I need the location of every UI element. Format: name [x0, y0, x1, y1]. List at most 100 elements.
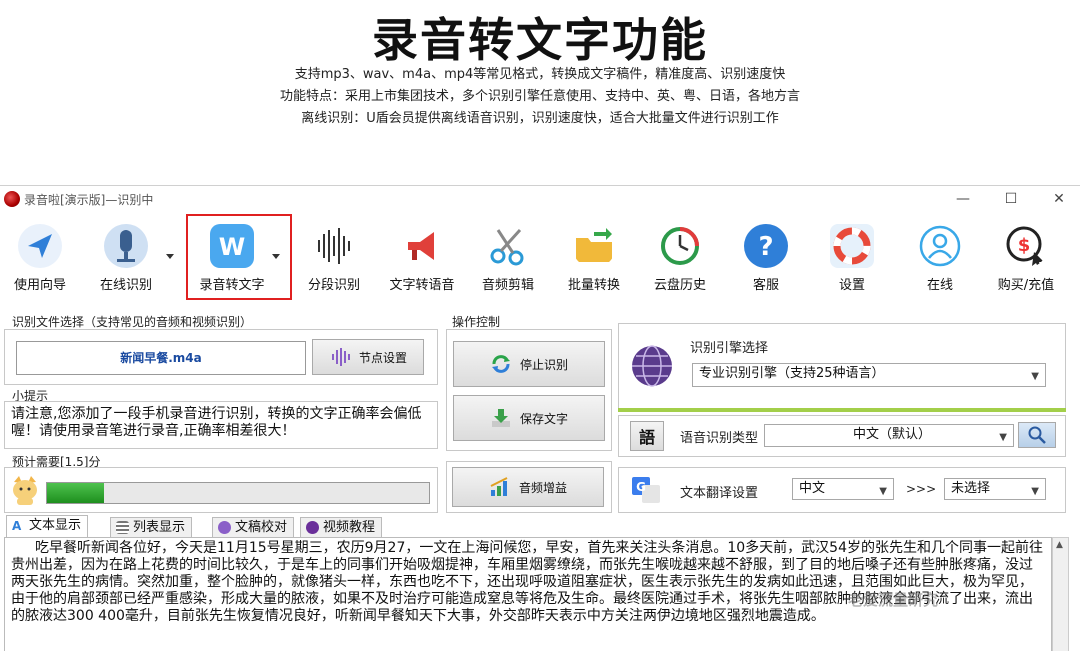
save-text-button[interactable]: 保存文字: [453, 395, 605, 441]
tool-settings[interactable]: 设置: [812, 216, 892, 296]
tool-label: 分段识别: [307, 278, 360, 293]
tips-text: 请注意,您添加了一段手机录音进行识别，转换的文字正确率会偏低喔！请使用录音笔进行…: [4, 401, 438, 449]
tool-label: 客服: [752, 278, 779, 293]
lifebuoy-icon: [830, 224, 874, 268]
history-clock-icon: [661, 227, 699, 265]
audio-gain-button[interactable]: 音频增益: [452, 467, 604, 507]
promo-line-formats: 支持mp3、wav、m4a、mp4等常见格式，转换成文字稿件，精准度高、识别速度…: [294, 67, 786, 82]
engine-label: 识别引擎选择: [690, 341, 769, 356]
translate-arrows: >>>: [906, 482, 937, 496]
tool-buy-recharge[interactable]: $ 购买/充值: [986, 216, 1066, 296]
tool-batch-convert[interactable]: 批量转换: [554, 216, 634, 296]
window-title: 录音啦[演示版]—识别中: [24, 193, 154, 207]
scissors-icon: [490, 228, 524, 266]
promo-line-features: 功能特点：采用上市集团技术，多个识别引擎任意使用、支持中、英、粤、日语，各地方言: [279, 89, 800, 104]
app-window: 录音啦[演示版]—识别中 — ☐ ✕ 使用向导 在线识别 W 录音转文字 分段识…: [0, 185, 1080, 651]
user-icon: [919, 225, 961, 267]
language-search-button[interactable]: [1018, 422, 1056, 448]
tab-proofreading[interactable]: 文稿校对: [212, 517, 295, 537]
tab-label: 视频教程: [323, 520, 376, 535]
maximize-button[interactable]: ☐: [996, 189, 1026, 209]
promo-line-offline: 离线识别：U盾会员提供离线语音识别，识别速度快，适合大批量文件进行识别工作: [301, 111, 779, 126]
translate-from-select[interactable]: 中文 ▼: [792, 478, 894, 500]
tab-label: 文稿校对: [235, 520, 288, 535]
promo-title: 录音转文字功能: [372, 13, 708, 67]
tool-customer-service[interactable]: ? 客服: [726, 216, 806, 296]
transcript-text: 吃早餐听新闻各位好，今天是11月15号星期三，农历9月27，一文在上海问候您，早…: [11, 540, 1043, 624]
engine-select[interactable]: 专业识别引擎（支持25种语言） ▼: [692, 363, 1046, 387]
chevron-down-icon: ▼: [1031, 486, 1039, 497]
tool-label: 使用向导: [13, 278, 66, 293]
file-section-label: 识别文件选择（支持常见的音频和视频识别）: [12, 315, 253, 329]
main-toolbar: 使用向导 在线识别 W 录音转文字 分段识别 文字转语音 音频剪辑 批量转换 云…: [0, 212, 1080, 300]
stop-recognition-label: 停止识别: [519, 357, 568, 372]
tab-list-display[interactable]: 列表显示: [110, 517, 193, 537]
chevron-down-icon: ▼: [879, 486, 887, 497]
scroll-up-icon[interactable]: ▲: [1056, 540, 1063, 550]
help-icon: ?: [744, 224, 788, 268]
chevron-down-icon[interactable]: [166, 254, 174, 259]
waveform-icon: [318, 228, 350, 264]
folder-icon: [576, 228, 612, 262]
svg-text:G: G: [636, 480, 646, 494]
translate-to-value: 未选择: [951, 481, 991, 496]
tool-label: 在线: [926, 278, 953, 293]
globe-icon: [632, 345, 672, 387]
download-icon: [491, 409, 510, 427]
google-translate-icon: G: [632, 477, 660, 503]
chevron-down-icon: ▼: [1031, 371, 1039, 382]
tool-label: 音频剪辑: [481, 278, 534, 293]
promo-description: 支持mp3、wav、m4a、mp4等常见格式，转换成文字稿件，精准度高、识别速度…: [0, 64, 1080, 130]
tool-label: 购买/充值: [997, 278, 1055, 293]
tool-label: 云盘历史: [653, 278, 706, 293]
translate-to-select[interactable]: 未选择 ▼: [944, 478, 1046, 500]
proofread-icon: [218, 521, 231, 534]
tool-segment-recognition[interactable]: 分段识别: [294, 216, 374, 296]
tab-video-tutorial[interactable]: 视频教程: [300, 517, 383, 537]
tool-cloud-history[interactable]: 云盘历史: [640, 216, 720, 296]
microphone-icon: [104, 224, 148, 268]
transcript-scrollbar[interactable]: ▲: [1052, 537, 1069, 651]
tool-label: 文字转语音: [389, 278, 455, 293]
language-icon-button[interactable]: 語: [630, 421, 664, 451]
close-button[interactable]: ✕: [1044, 189, 1074, 209]
coin-dollar-icon: $: [1006, 226, 1044, 267]
progress-bar: [46, 482, 430, 504]
app-logo-icon: [4, 191, 20, 207]
selected-tool-highlight: [186, 214, 292, 300]
play-icon: [306, 521, 319, 534]
svg-text:?: ?: [758, 232, 773, 262]
engine-accent-line: [618, 408, 1066, 412]
tab-label: 文本显示: [29, 518, 82, 533]
minimize-button[interactable]: —: [948, 189, 978, 209]
tool-audio-editing[interactable]: 音频剪辑: [468, 216, 548, 296]
language-glyph-icon: 語: [638, 428, 655, 447]
tool-label: 设置: [838, 278, 865, 293]
tool-label: 在线识别: [99, 278, 152, 293]
bar-chart-icon: [490, 477, 508, 496]
audio-gain-label: 音频增益: [518, 480, 567, 495]
tab-text-display[interactable]: A 文本显示: [6, 515, 89, 537]
operation-label: 操作控制: [452, 315, 501, 329]
navigation-arrow-icon: [18, 224, 62, 268]
language-label: 语音识别类型: [680, 431, 759, 446]
tool-guide[interactable]: 使用向导: [0, 216, 80, 296]
magnifier-icon: [1028, 426, 1046, 444]
tool-online-recognition[interactable]: 在线识别: [86, 216, 174, 296]
translate-label: 文本翻译设置: [680, 486, 759, 501]
engine-selected-value: 专业识别引擎（支持25种语言）: [699, 366, 885, 381]
translate-from-value: 中文: [799, 481, 826, 496]
node-settings-button[interactable]: 节点设置: [312, 339, 424, 375]
waveform-icon: [331, 348, 350, 366]
language-selected-value: 中文（默认）: [852, 427, 931, 442]
language-select[interactable]: 中文（默认） ▼: [764, 424, 1014, 447]
watermark: 老爱流量研究: [848, 591, 939, 609]
progress-fill: [47, 483, 105, 503]
stop-recognition-button[interactable]: 停止识别: [453, 341, 605, 387]
tool-text-to-speech[interactable]: 文字转语音: [382, 216, 462, 296]
tool-online-user[interactable]: 在线: [900, 216, 980, 296]
title-bar: 录音啦[演示版]—识别中 — ☐ ✕: [0, 186, 1080, 212]
file-name-field[interactable]: 新闻早餐.m4a: [16, 341, 306, 375]
chevron-down-icon: ▼: [999, 432, 1007, 443]
list-icon: [116, 521, 129, 534]
